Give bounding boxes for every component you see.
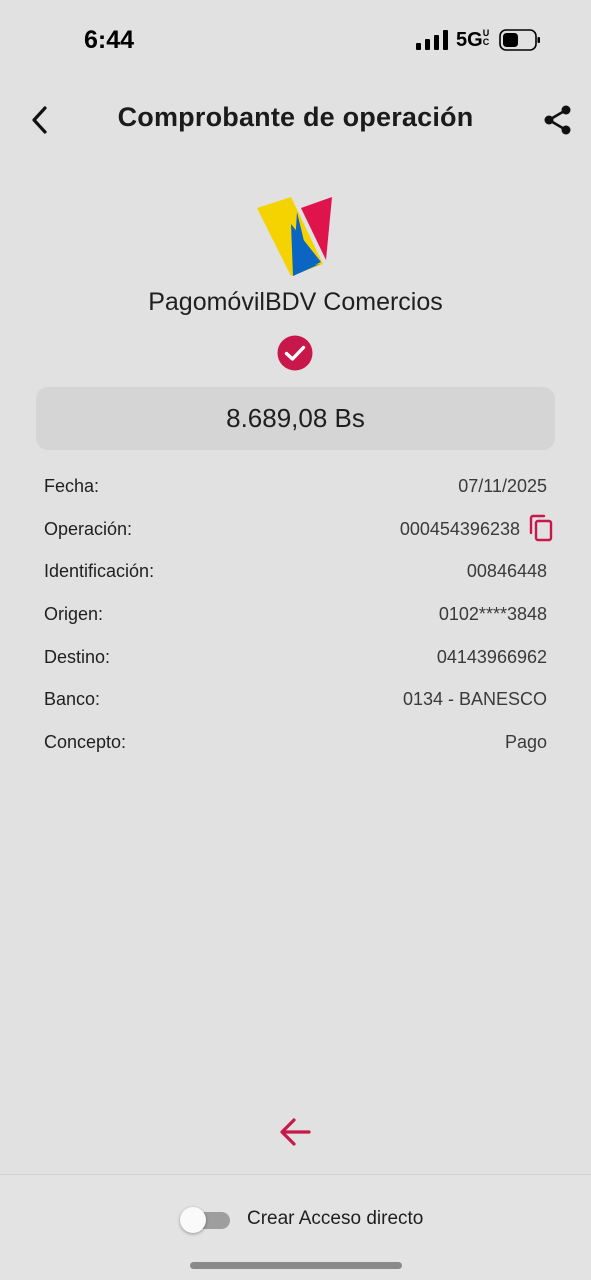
brand-name: PagomóvilBDV Comercios <box>148 288 443 316</box>
arrow-left-icon[interactable] <box>277 1113 315 1151</box>
detail-row-concepto: Concepto: Pago <box>44 721 547 764</box>
detail-label: Operación: <box>44 518 133 539</box>
home-indicator[interactable] <box>190 1262 402 1269</box>
detail-label: Origen: <box>44 603 104 624</box>
amount-card: 8.689,08 Bs <box>36 387 555 450</box>
status-time: 6:44 <box>84 26 135 54</box>
detail-label: Banco: <box>44 689 101 710</box>
status-bar: 6:44 5GUC <box>0 0 591 80</box>
operation-details: Fecha: 07/11/2025 Operación: 00045439623… <box>44 465 547 764</box>
detail-row-operacion: Operación: 000454396238 <box>44 508 547 551</box>
page-title: Comprobante de operación <box>117 102 474 132</box>
detail-value: 0102****3848 <box>438 603 547 624</box>
pagomovil-logo <box>257 197 332 276</box>
operation-number: 000454396238 <box>399 518 520 539</box>
share-icon <box>544 105 571 135</box>
detail-row-origen: Origen: 0102****3848 <box>44 593 547 636</box>
copy-icon[interactable] <box>528 514 554 542</box>
check-circle-icon <box>277 335 313 371</box>
network-suffix: UC <box>482 28 490 47</box>
signal-icon <box>416 30 448 50</box>
detail-row-destino: Destino: 04143966962 <box>44 636 547 679</box>
toggle-thumb <box>180 1207 206 1233</box>
detail-value: 07/11/2025 <box>458 475 547 496</box>
share-button[interactable] <box>540 102 576 138</box>
detail-label: Fecha: <box>44 475 100 496</box>
network-label: 5GUC <box>456 29 492 52</box>
detail-label: Identificación: <box>44 561 155 582</box>
detail-row-identificacion: Identificación: 00846448 <box>44 550 547 593</box>
detail-row-fecha: Fecha: 07/11/2025 <box>44 465 547 508</box>
shortcut-toggle[interactable] <box>180 1207 230 1233</box>
detail-label: Destino: <box>44 646 111 667</box>
detail-value: Pago <box>504 731 547 752</box>
detail-label: Concepto: <box>44 731 127 752</box>
detail-value: 04143966962 <box>436 646 547 667</box>
shortcut-toggle-label: Crear Acceso directo <box>247 1208 424 1229</box>
battery-icon <box>499 29 540 51</box>
detail-value: 0134 - BANESCO <box>402 689 547 710</box>
app-bar: Comprobante de operación <box>0 90 591 150</box>
amount-value: 8.689,08 Bs <box>226 403 365 433</box>
detail-row-banco: Banco: 0134 - BANESCO <box>44 678 547 721</box>
detail-value: 00846448 <box>466 561 547 582</box>
